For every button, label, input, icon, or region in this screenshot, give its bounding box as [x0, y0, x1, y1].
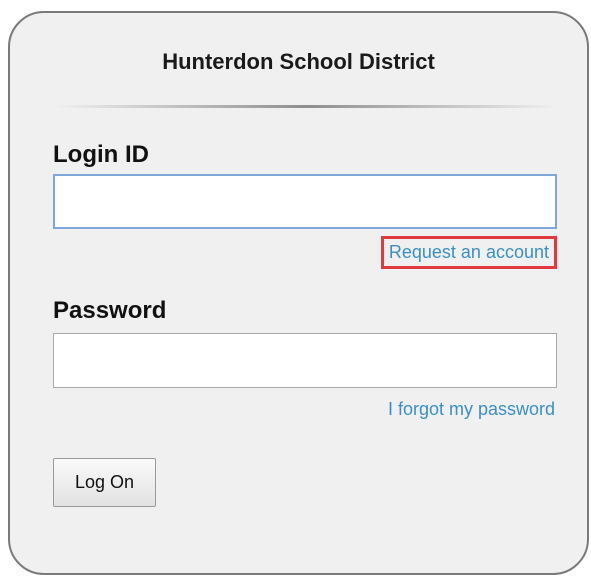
- login-id-label: Login ID: [53, 141, 149, 168]
- password-label: Password: [53, 297, 167, 324]
- password-input[interactable]: [53, 333, 557, 388]
- title-divider: [56, 105, 558, 108]
- login-panel: Hunterdon School District Login ID Reque…: [8, 11, 589, 575]
- request-account-link[interactable]: Request an account: [380, 236, 557, 269]
- panel-title: Hunterdon School District: [162, 49, 435, 74]
- log-on-button[interactable]: Log On: [53, 458, 156, 507]
- forgot-password-link[interactable]: I forgot my password: [388, 399, 555, 420]
- login-id-input[interactable]: [53, 174, 557, 229]
